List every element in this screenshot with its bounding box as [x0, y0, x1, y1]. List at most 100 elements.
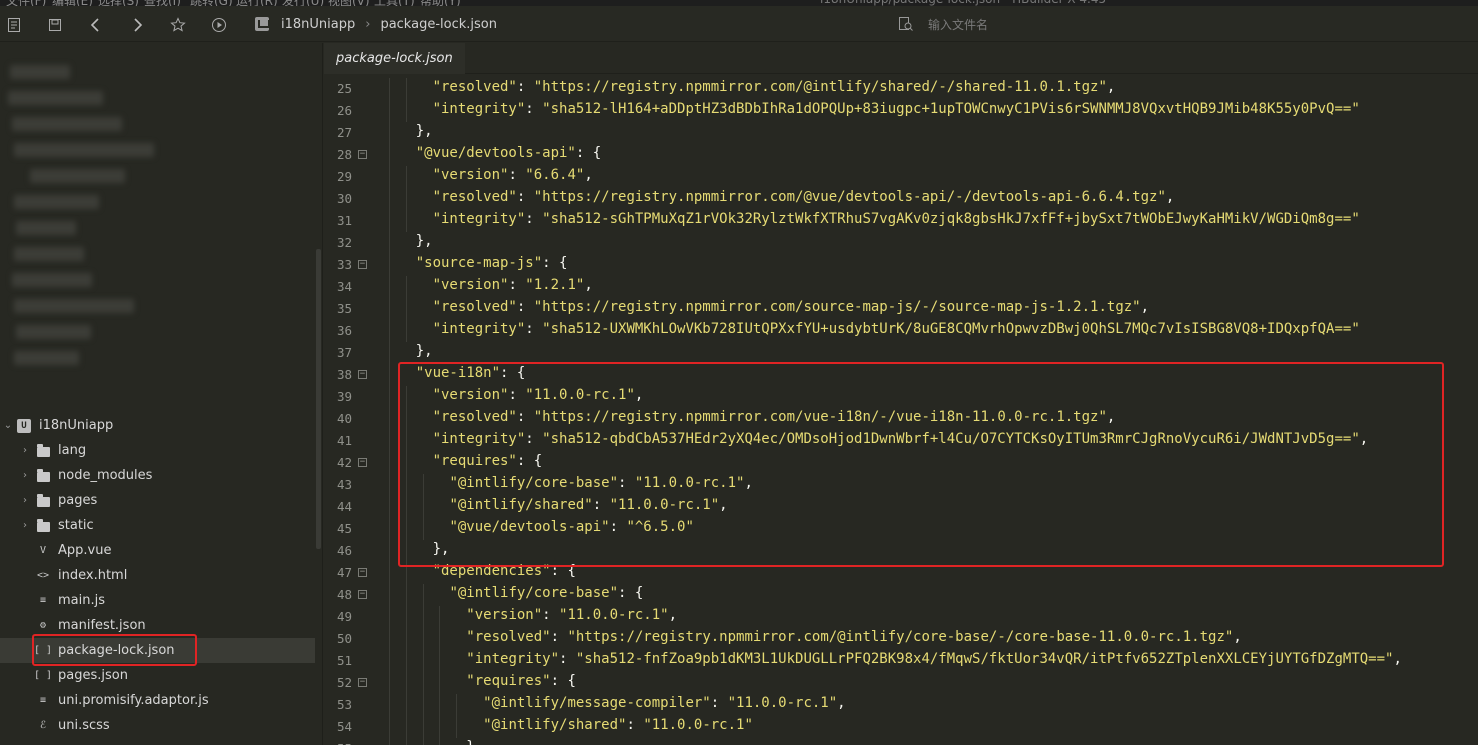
tree-item-app-vue[interactable]: V App.vue	[0, 538, 315, 563]
indent-guide	[388, 386, 390, 408]
code-line: 50 "resolved": "https://registry.npmmirro…	[324, 628, 1478, 650]
string-token: "sha512-qbdCbA537HEdr2yXQ4ec/OMDsoHjod1D…	[542, 431, 1360, 447]
tree-item-node-modules[interactable]: › node_modules	[0, 463, 315, 488]
back-icon[interactable]	[85, 14, 107, 36]
indent-guide	[405, 716, 407, 738]
punctuation-token: :	[592, 497, 610, 513]
punctuation-token: ,	[719, 497, 728, 513]
breadcrumb-project[interactable]: i18nUniapp	[281, 17, 355, 32]
indent-guide	[388, 694, 390, 716]
punctuation-token: : {	[542, 255, 568, 271]
string-token: "https://registry.npmmirror.com/vue-i18n…	[533, 409, 1107, 425]
indent-guide	[405, 738, 407, 745]
folder-icon	[36, 493, 50, 508]
fold-toggle-icon[interactable]: −	[358, 590, 367, 599]
fold-toggle-icon[interactable]: −	[358, 458, 367, 467]
string-token: "https://registry.npmmirror.com/@vue/dev…	[533, 189, 1166, 205]
code-editor[interactable]: 25 "resolved": "https://registry.npmmirro…	[324, 78, 1478, 745]
indent-guide	[405, 694, 407, 716]
breadcrumb-file[interactable]: package-lock.json	[380, 17, 497, 32]
project-icon	[255, 17, 270, 31]
code-text: "@intlify/message-compiler": "11.0.0-rc.…	[483, 695, 845, 711]
project-root[interactable]: ⌄ U i18nUniapp	[0, 413, 315, 438]
tree-item-pages-json[interactable]: [ ] pages.json	[0, 663, 315, 688]
string-token: "@vue/devtools-api"	[415, 145, 576, 161]
code-line: 38− "vue-i18n": {	[324, 364, 1478, 386]
blurred-item	[16, 325, 91, 339]
code-text: "resolved": "https://registry.npmmirror.…	[433, 409, 1116, 425]
punctuation-token: ,	[1140, 299, 1150, 315]
indent-guide	[405, 166, 407, 188]
fold-toggle-icon[interactable]: −	[358, 568, 367, 577]
tree-item-static[interactable]: › static	[0, 513, 315, 538]
tree-item-package-lock-json[interactable]: [ ] package-lock.json	[0, 638, 315, 663]
fold-toggle-icon[interactable]: −	[358, 260, 367, 269]
line-number: 28	[336, 147, 352, 162]
blurred-item	[14, 247, 84, 261]
new-file-icon[interactable]	[3, 14, 25, 36]
punctuation-token: :	[525, 101, 543, 117]
string-token: "integrity"	[432, 101, 526, 117]
blurred-item	[8, 91, 103, 105]
string-token: "1.2.1"	[525, 277, 585, 293]
indent-guide	[388, 540, 390, 562]
run-icon[interactable]	[208, 14, 230, 36]
line-number: 36	[336, 323, 352, 338]
fold-toggle-icon[interactable]: −	[358, 678, 367, 687]
code-text: "resolved": "https://registry.npmmirror.…	[433, 79, 1116, 95]
indent-guide	[405, 628, 407, 650]
indent-guide	[422, 474, 424, 496]
tree-item-lang[interactable]: › lang	[0, 438, 315, 463]
tree-item-pages[interactable]: › pages	[0, 488, 315, 513]
indent-guide	[388, 496, 390, 518]
punctuation-token: :	[516, 79, 534, 95]
string-token: "@intlify/message-compiler"	[483, 695, 711, 711]
code-text: }	[466, 739, 474, 745]
code-line: 45 "@vue/devtools-api": "^6.5.0"	[324, 518, 1478, 540]
indent-guide	[388, 188, 390, 210]
indent-guide	[388, 364, 390, 386]
save-icon[interactable]	[44, 14, 66, 36]
indent-guide	[439, 628, 441, 650]
indent-guide	[405, 276, 407, 298]
code-text: },	[433, 541, 450, 557]
forward-icon[interactable]	[126, 14, 148, 36]
indent-guide	[422, 738, 424, 745]
vue-file-icon: V	[39, 545, 47, 556]
code-line: 53 "@intlify/message-compiler": "11.0.0-r…	[324, 694, 1478, 716]
tree-item-uni-promisify-adaptor-js[interactable]: ≡ uni.promisify.adaptor.js	[0, 688, 315, 713]
punctuation-token: : {	[550, 563, 576, 579]
fold-toggle-icon[interactable]: −	[358, 150, 367, 159]
code-line: 41 "integrity": "sha512-qbdCbA537HEdr2yXQ…	[324, 430, 1478, 452]
string-token: "sha512-UXWMKhLOwVKb728IUtQPXxfYU+usdybt…	[542, 321, 1360, 337]
indent-guide	[388, 320, 390, 342]
code-text: "version": "11.0.0-rc.1",	[466, 607, 677, 623]
tree-item-uni-scss[interactable]: ℰuni.scss	[0, 713, 315, 738]
file-search[interactable]: 输入文件名	[898, 6, 988, 42]
tab-label: package-lock.json	[336, 51, 453, 66]
search-input[interactable]: 输入文件名	[928, 16, 988, 33]
star-icon[interactable]	[167, 14, 189, 36]
code-line: 29 "version": "6.6.4",	[324, 166, 1478, 188]
tab-package-lock[interactable]: package-lock.json	[324, 43, 465, 74]
tree-item-label: lang	[58, 443, 87, 458]
fold-toggle-icon[interactable]: −	[358, 370, 367, 379]
indent-guide	[422, 584, 424, 606]
line-number: 27	[336, 125, 352, 140]
tree-item-index-html[interactable]: <> index.html	[0, 563, 315, 588]
line-number: 40	[336, 411, 352, 426]
code-text: "requires": {	[433, 453, 543, 469]
js-file-icon: ≡	[39, 695, 47, 706]
code-text: "integrity": "sha512-UXWMKhLOwVKb728IUtQ…	[433, 321, 1360, 337]
indent-guide	[388, 78, 390, 100]
tree-item-main-js[interactable]: ≡ main.js	[0, 588, 315, 613]
sidebar-scrollbar[interactable]	[316, 249, 321, 549]
punctuation-token: : {	[516, 453, 543, 469]
punctuation-token: ,	[584, 277, 593, 293]
punctuation-token: :	[559, 651, 576, 667]
string-token: "resolved"	[432, 299, 517, 315]
indent-guide	[388, 166, 390, 188]
indent-guide	[388, 100, 390, 122]
tree-item-manifest-json[interactable]: ⚙ manifest.json	[0, 613, 315, 638]
code-line: 42− "requires": {	[324, 452, 1478, 474]
